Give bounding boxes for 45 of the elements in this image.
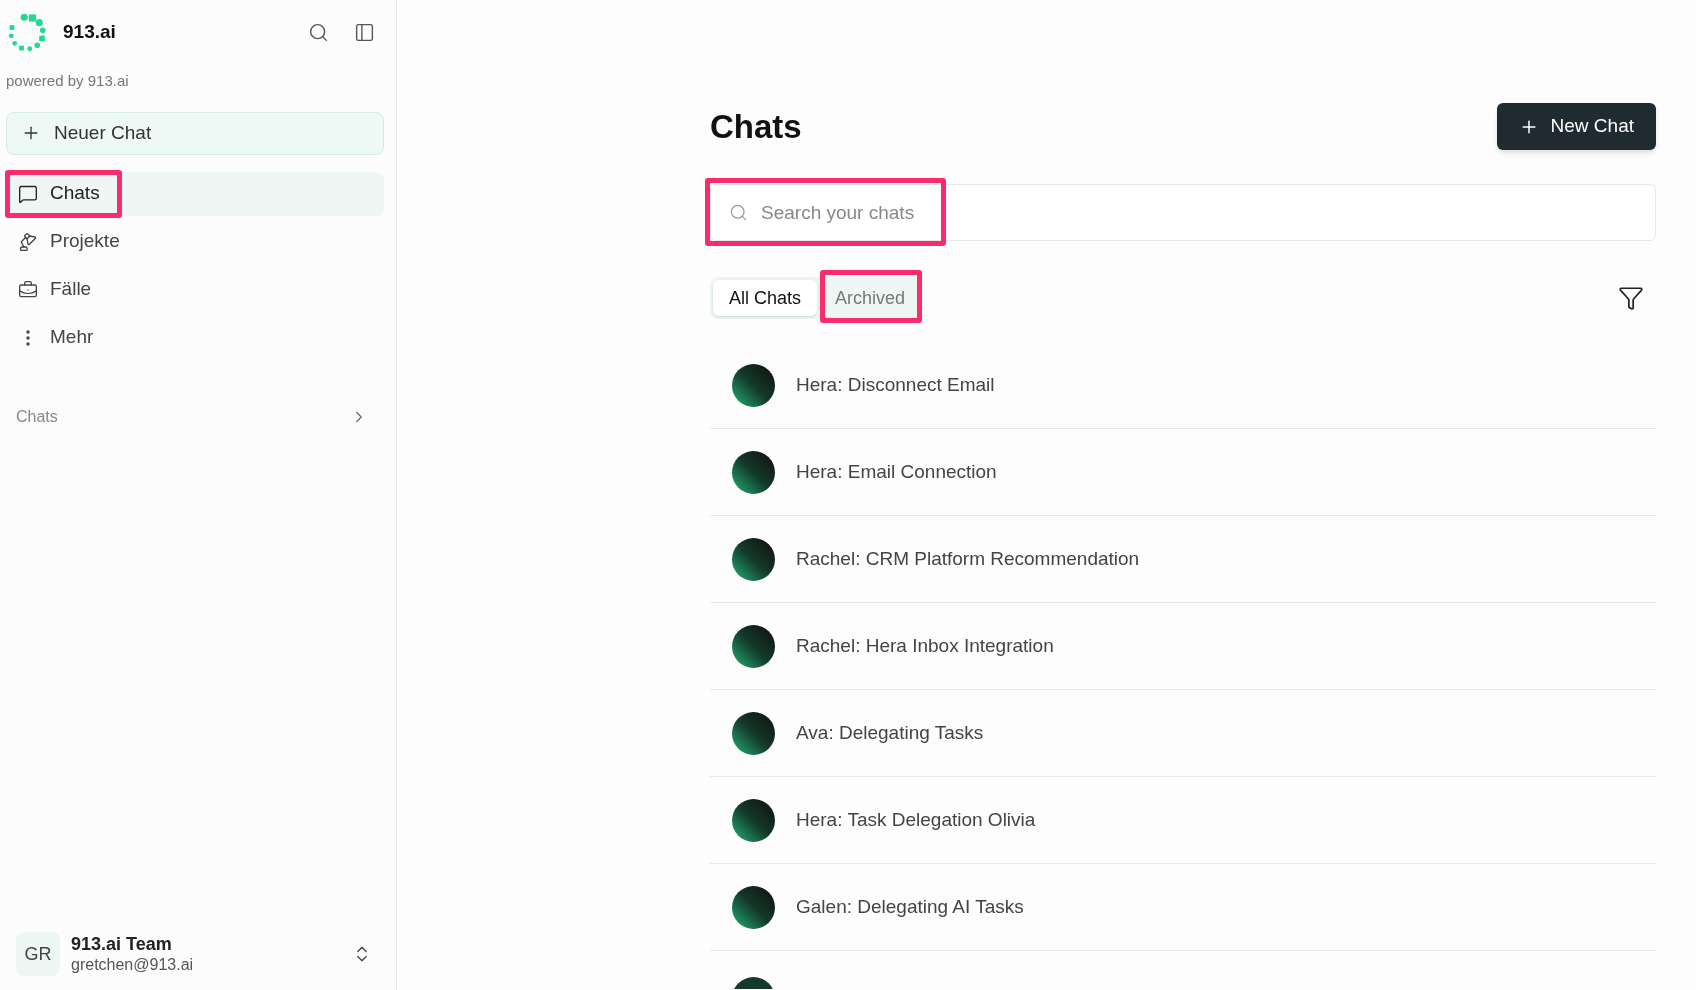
nav-item[interactable]: Mehr <box>6 315 384 360</box>
chat-row[interactable]: Galen: Delegating AI Tasks <box>710 864 1656 951</box>
user-avatar: GR <box>16 932 60 976</box>
chat-row[interactable]: Rachel: CRM Platform Recommendation <box>710 516 1656 603</box>
chat-title: Rachel: Hera Inbox Integration <box>796 633 1054 658</box>
section-header[interactable]: Chats <box>6 401 384 432</box>
avatar-placeholder <box>732 450 775 494</box>
more-icon <box>26 329 30 346</box>
avatar-placeholder <box>732 537 775 581</box>
chat-title: Hera: Disconnect Email <box>796 372 995 397</box>
chat-title: Hera: Task Delegation Olivia <box>796 807 1036 832</box>
brand-name: 913.ai <box>63 20 116 45</box>
chat-bubble-icon <box>18 183 38 204</box>
avatar-placeholder <box>732 885 775 929</box>
tagline: powered by 913.ai <box>6 71 130 91</box>
chat-row[interactable]: Hera: Email Connection <box>710 429 1656 516</box>
new-chat-button[interactable]: Neuer Chat <box>6 111 384 155</box>
filter-icon <box>1618 285 1644 311</box>
avatar-placeholder <box>732 798 775 842</box>
chat-title: Galen: Delegating AI Tasks <box>796 894 1024 919</box>
briefcase-icon <box>18 279 38 300</box>
user-name: 913.ai Team <box>71 932 173 956</box>
nav-item[interactable]: Projekte <box>6 219 384 264</box>
avatar-placeholder <box>732 363 775 407</box>
chat-title: Hera: Email Connection <box>796 459 997 484</box>
chat-title: Rachel: CRM Platform Recommendation <box>796 546 1140 571</box>
chat-row[interactable]: Ava: Delegating Tasks <box>710 690 1656 777</box>
panel-icon <box>353 22 375 43</box>
user-email: gretchen@913.ai <box>71 955 194 976</box>
avatar-placeholder <box>732 624 775 668</box>
search-icon <box>729 203 748 222</box>
nav-item[interactable]: Fälle <box>6 267 384 312</box>
logo-icon <box>6 11 48 54</box>
chat-row[interactable]: Hera: Task Delegation Olivia <box>710 777 1656 864</box>
tab[interactable]: Archived <box>823 280 918 316</box>
new-chat-button[interactable]: New Chat <box>1496 103 1656 150</box>
search-icon <box>307 22 329 43</box>
chat-row[interactable]: Hera: Disconnect Email <box>710 342 1656 429</box>
desk-lamp-icon <box>18 231 38 252</box>
tab[interactable]: All Chats <box>713 280 818 316</box>
search-field[interactable]: Search your chats <box>710 184 1656 241</box>
page-title: Chats <box>710 106 802 147</box>
chat-row[interactable]: Rachel: Hera Inbox Integration <box>710 603 1656 690</box>
chat-title: Ava: Delegating Tasks <box>796 720 984 745</box>
avatar-placeholder <box>732 711 775 755</box>
